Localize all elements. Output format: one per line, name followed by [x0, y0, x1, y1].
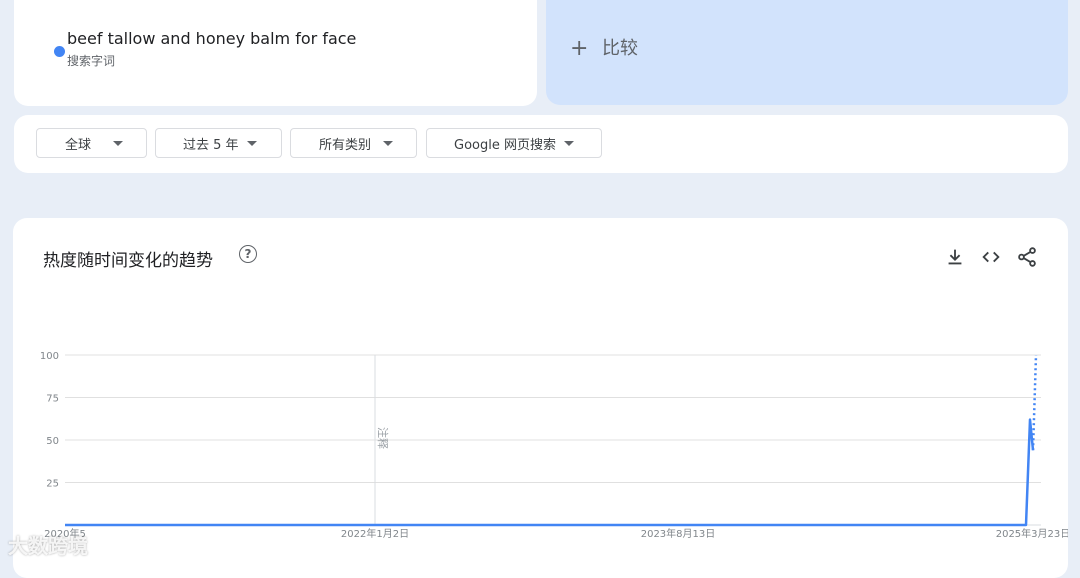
interest-over-time-card: 热度随时间变化的趋势 ? 100 75 50 25 2020年5 2022年1月2日 202… — [13, 218, 1068, 578]
trend-chart: 1007550252020年5 2022年1月2日 2023年8月13日 2025年3… — [40, 351, 1068, 540]
search-type-filter-label: Google 网页搜索 — [454, 137, 556, 153]
search-type-filter[interactable]: Google 网页搜索 — [426, 128, 602, 158]
region-filter-label: 全球 — [65, 137, 92, 153]
series-color-dot — [54, 46, 65, 57]
y-tick-label: 75 — [46, 394, 59, 405]
x-tick-label: 2025年3月23日 — [996, 527, 1068, 540]
chevron-down-icon — [113, 140, 124, 146]
series-line — [65, 418, 1035, 527]
search-term-type: 搜索字词 — [67, 54, 116, 68]
category-filter[interactable]: 所有类别 — [290, 128, 417, 158]
compare-label: 比较 — [602, 38, 638, 59]
watermark: 大数跨境 — [8, 534, 88, 558]
category-filter-label: 所有类别 — [319, 137, 372, 153]
series-partial-line — [1031, 354, 1038, 451]
chevron-down-icon — [563, 140, 574, 146]
compare-button[interactable]: + 比较 — [546, 0, 1068, 105]
time-filter-label: 过去 5 年 — [183, 137, 239, 153]
region-filter[interactable]: 全球 — [36, 128, 147, 158]
plus-icon: + — [570, 36, 589, 61]
y-tick-label: 100 — [40, 351, 59, 362]
x-tick-label: 2023年8月13日 — [641, 527, 716, 540]
chevron-down-icon — [383, 140, 394, 146]
chevron-down-icon — [246, 140, 257, 146]
search-term-card[interactable]: beef tallow and honey balm for face 搜索字词 — [14, 0, 537, 106]
y-tick-label: 25 — [46, 479, 59, 490]
annotation-label: 注释 — [376, 427, 390, 449]
y-tick-label: 50 — [46, 436, 59, 447]
search-term-name[interactable]: beef tallow and honey balm for face — [67, 29, 356, 48]
time-filter[interactable]: 过去 5 年 — [155, 128, 282, 158]
x-tick-label: 2022年1月2日 — [341, 527, 409, 540]
filter-bar: 全球 过去 5 年 所有类别 Google 网页搜索 — [14, 115, 1068, 173]
